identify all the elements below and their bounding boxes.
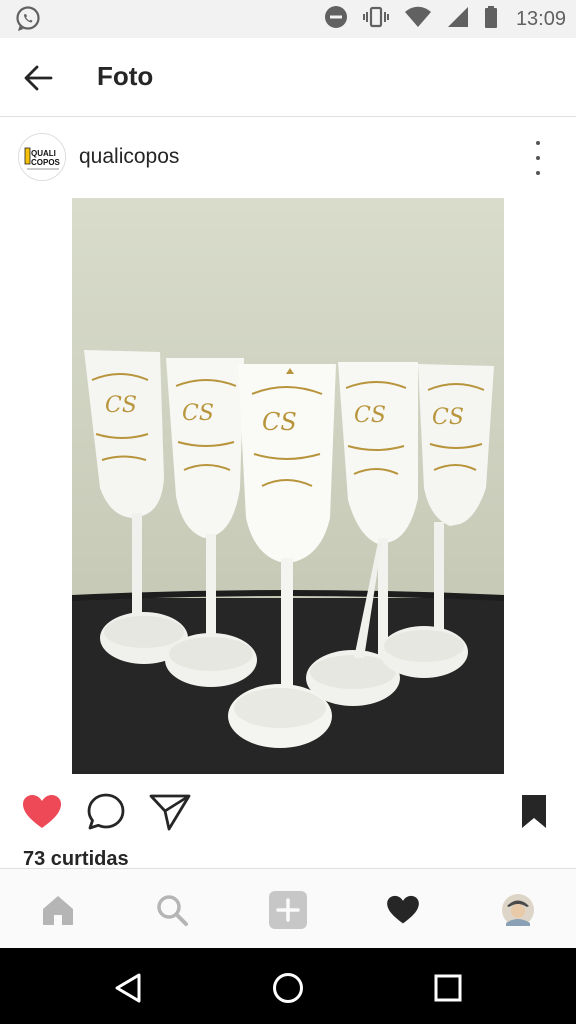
vibrate-icon <box>362 5 390 34</box>
recents-square-icon[interactable] <box>426 966 470 1010</box>
signal-icon <box>446 5 470 34</box>
post-actions <box>0 784 576 840</box>
home-icon[interactable] <box>35 887 81 933</box>
bookmark-icon[interactable] <box>512 790 556 834</box>
wifi-icon <box>404 5 432 34</box>
whatsapp-icon <box>14 5 42 33</box>
profile-avatar-icon[interactable] <box>495 887 541 933</box>
home-circle-icon[interactable] <box>266 966 310 1010</box>
battery-icon <box>484 5 498 34</box>
page-title: Foto <box>97 61 154 91</box>
post-photo[interactable]: CS CS CS CS CS <box>72 198 504 774</box>
search-icon[interactable] <box>149 887 195 933</box>
status-time: 13:09 <box>515 7 566 30</box>
post-username[interactable]: qualicopos <box>79 145 179 169</box>
back-triangle-icon[interactable] <box>106 966 150 1010</box>
heart-icon[interactable] <box>20 790 64 834</box>
account-avatar[interactable]: QUALI COPOS <box>18 133 66 181</box>
glass-monogram: CS <box>354 403 386 428</box>
glass-monogram: CS <box>262 408 297 436</box>
app-bar: Foto <box>0 38 576 117</box>
svg-text:QUALI: QUALI <box>31 149 56 158</box>
svg-text:COPOS: COPOS <box>31 158 61 167</box>
status-bar: 13:09 <box>0 0 576 38</box>
glass-monogram: CS <box>182 401 214 426</box>
system-nav-bar <box>0 948 576 1024</box>
more-vertical-icon[interactable] <box>526 141 550 175</box>
arrow-back-icon[interactable] <box>18 58 58 98</box>
activity-heart-icon[interactable] <box>380 887 426 933</box>
glass-monogram: CS <box>105 393 137 418</box>
do-not-disturb-icon <box>324 5 348 34</box>
bottom-nav <box>0 868 576 949</box>
share-icon[interactable] <box>148 790 192 834</box>
comment-icon[interactable] <box>84 790 128 834</box>
post-header: QUALI COPOS qualicopos <box>0 117 576 197</box>
add-post-icon[interactable] <box>265 887 311 933</box>
glass-monogram: CS <box>432 405 464 430</box>
